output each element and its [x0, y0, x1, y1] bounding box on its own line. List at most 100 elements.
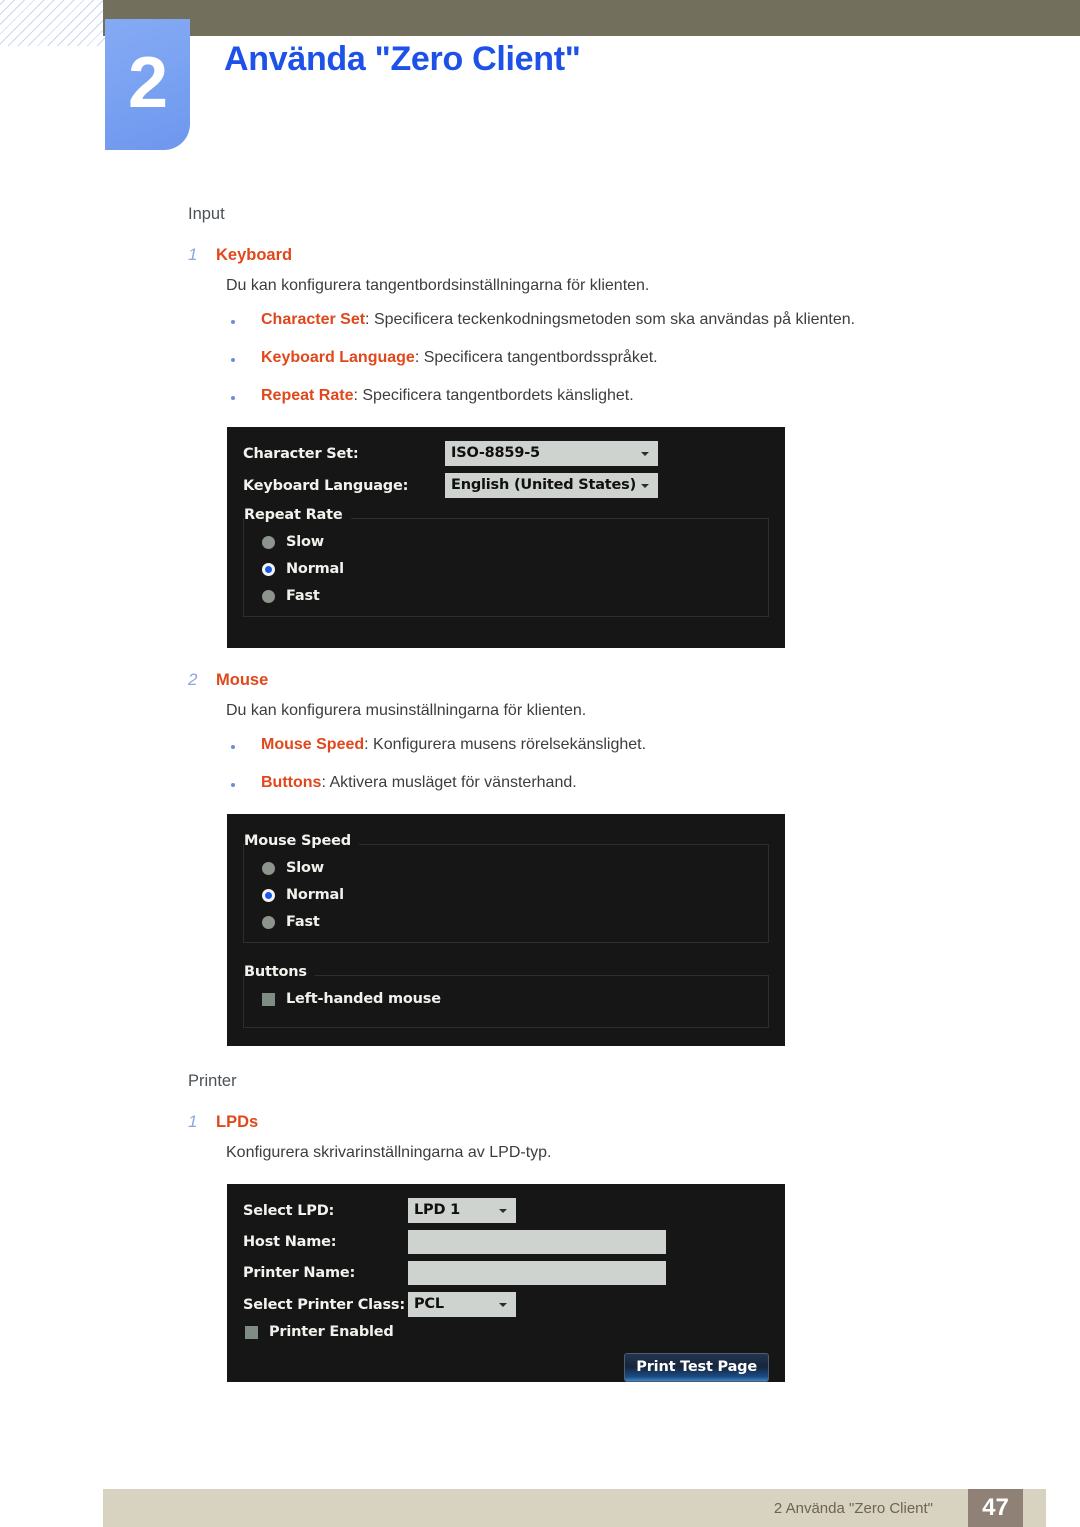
footer-page-number: 47 [968, 1489, 1023, 1527]
keyboard-language-row: Keyboard Language: English (United State… [243, 473, 769, 498]
radio-icon-selected [262, 888, 275, 902]
bullet-term: Character Set [261, 311, 366, 328]
radio-option-slow[interactable]: Slow [262, 860, 768, 876]
printer-button-row: Print Test Page [243, 1353, 769, 1382]
printer-name-row: Printer Name: [243, 1261, 769, 1285]
print-test-page-button[interactable]: Print Test Page [624, 1353, 769, 1382]
printer-name-input[interactable] [408, 1261, 666, 1285]
keyboard-settings-panel: Character Set: ISO-8859-5 Keyboard Langu… [227, 427, 785, 648]
bullet-term: Mouse Speed [261, 736, 365, 753]
buttons-group-label: Buttons [244, 964, 315, 980]
radio-option-fast[interactable]: Fast [262, 914, 768, 930]
select-lpd-value: LPD 1 [414, 1202, 461, 1218]
list-item: Character Set: Specificera teckenkodning… [226, 311, 1080, 329]
group-divider [244, 975, 768, 976]
section-heading-input: Input [188, 205, 225, 223]
mouse-speed-group-label: Mouse Speed [244, 833, 359, 849]
item-title: Keyboard [216, 246, 293, 264]
select-printer-class-value: PCL [414, 1296, 444, 1312]
item-number: 2 [188, 670, 198, 689]
checkbox-printer-enabled[interactable]: Printer Enabled [245, 1324, 769, 1340]
list-item: Buttons: Aktivera musläget för vänsterha… [226, 774, 1080, 792]
character-set-label: Character Set: [243, 445, 359, 462]
page-content: Input 1 Keyboard Du kan konfigurera tang… [0, 205, 1080, 1382]
radio-option-slow[interactable]: Slow [262, 534, 768, 550]
mouse-speed-group: Mouse Speed Slow Normal Fast [243, 833, 769, 943]
chapter-number-badge: 2 [105, 19, 190, 150]
character-set-dropdown[interactable]: ISO-8859-5 [445, 441, 658, 466]
keyboard-language-dropdown[interactable]: English (United States) [445, 473, 658, 498]
host-name-input[interactable] [408, 1230, 666, 1254]
checkbox-label: Printer Enabled [269, 1324, 394, 1340]
radio-option-fast[interactable]: Fast [262, 588, 768, 604]
list-item: Mouse Speed: Konfigurera musens rörelsek… [226, 736, 1080, 754]
radio-icon-selected [262, 562, 275, 576]
bullet-term: Keyboard Language [261, 349, 415, 366]
radio-icon [262, 535, 275, 549]
list-item: Keyboard Language: Specificera tangentbo… [226, 349, 1080, 367]
repeat-rate-group-label: Repeat Rate [244, 507, 351, 523]
chapter-title: Använda "Zero Client" [224, 40, 581, 78]
radio-label: Slow [286, 534, 324, 550]
select-printer-class-dropdown[interactable]: PCL [408, 1292, 516, 1317]
checkbox-label: Left-handed mouse [286, 991, 441, 1007]
footer-chapter-label: 2 Använda "Zero Client" [773, 1500, 933, 1517]
page-footer: 2 Använda "Zero Client" 47 [103, 1489, 1046, 1527]
host-name-label: Host Name: [243, 1234, 337, 1250]
select-lpd-dropdown[interactable]: LPD 1 [408, 1198, 516, 1223]
bullet-term: Buttons [261, 774, 322, 791]
select-lpd-row: Select LPD: LPD 1 [243, 1198, 769, 1223]
radio-label: Fast [286, 914, 320, 930]
bullet-desc: : Specificera teckenkodningsmetoden som … [365, 311, 856, 328]
bullet-desc: : Specificera tangentbordets känslighet. [353, 387, 634, 404]
chevron-down-icon [641, 484, 649, 488]
numbered-item-mouse: 2 Mouse [188, 670, 1080, 690]
radio-label: Fast [286, 588, 320, 604]
item-number: 1 [188, 245, 198, 264]
item-paragraph-mouse: Du kan konfigurera musinställningarna fö… [226, 702, 587, 719]
item-title: Mouse [216, 671, 269, 689]
radio-icon [262, 589, 275, 603]
character-set-row: Character Set: ISO-8859-5 [243, 441, 769, 466]
printer-name-label: Printer Name: [243, 1265, 356, 1281]
bullet-desc: : Aktivera musläget för vänsterhand. [321, 774, 577, 791]
bullet-desc: : Konfigurera musens rörelsekänslighet. [364, 736, 647, 753]
keyboard-language-label: Keyboard Language: [243, 477, 409, 494]
chevron-down-icon [641, 452, 649, 456]
radio-label: Normal [286, 561, 344, 577]
checkbox-icon [245, 1325, 258, 1339]
item-title: LPDs [216, 1113, 259, 1131]
bullet-list-keyboard: Character Set: Specificera teckenkodning… [0, 311, 1080, 405]
radio-option-normal[interactable]: Normal [262, 561, 768, 577]
mouse-settings-panel: Mouse Speed Slow Normal Fast Buttons Lef… [227, 814, 785, 1046]
character-set-value: ISO-8859-5 [451, 445, 540, 461]
item-paragraph-keyboard: Du kan konfigurera tangentbordsinställni… [226, 277, 650, 294]
bullet-list-mouse: Mouse Speed: Konfigurera musens rörelsek… [0, 736, 1080, 792]
numbered-item-lpds: 1 LPDs [188, 1112, 1080, 1132]
chevron-down-icon [499, 1303, 507, 1307]
section-heading-printer: Printer [188, 1072, 237, 1090]
bullet-term: Repeat Rate [261, 387, 354, 404]
item-paragraph-lpds: Konfigurera skrivarinställningarna av LP… [226, 1144, 552, 1161]
corner-hatch-decoration [0, 0, 112, 46]
item-number: 1 [188, 1112, 198, 1131]
bullet-desc: : Specificera tangentbordsspråket. [414, 349, 658, 366]
printer-settings-panel: Select LPD: LPD 1 Host Name: Printer Nam… [227, 1184, 785, 1382]
keyboard-language-value: English (United States) [451, 477, 637, 493]
radio-icon [262, 861, 275, 875]
header-top-bar [103, 0, 1080, 36]
radio-label: Normal [286, 887, 344, 903]
select-printer-class-label: Select Printer Class: [243, 1296, 405, 1313]
numbered-item-keyboard: 1 Keyboard [188, 245, 1080, 265]
radio-label: Slow [286, 860, 324, 876]
repeat-rate-group: Repeat Rate Slow Normal Fast [243, 507, 769, 617]
select-lpd-label: Select LPD: [243, 1202, 335, 1219]
radio-icon [262, 915, 275, 929]
radio-option-normal[interactable]: Normal [262, 887, 768, 903]
buttons-group: Buttons Left-handed mouse [243, 964, 769, 1028]
host-name-row: Host Name: [243, 1230, 769, 1254]
list-item: Repeat Rate: Specificera tangentbordets … [226, 387, 1080, 405]
chevron-down-icon [499, 1209, 507, 1213]
checkbox-icon [262, 992, 275, 1006]
checkbox-left-handed-mouse[interactable]: Left-handed mouse [262, 991, 768, 1007]
